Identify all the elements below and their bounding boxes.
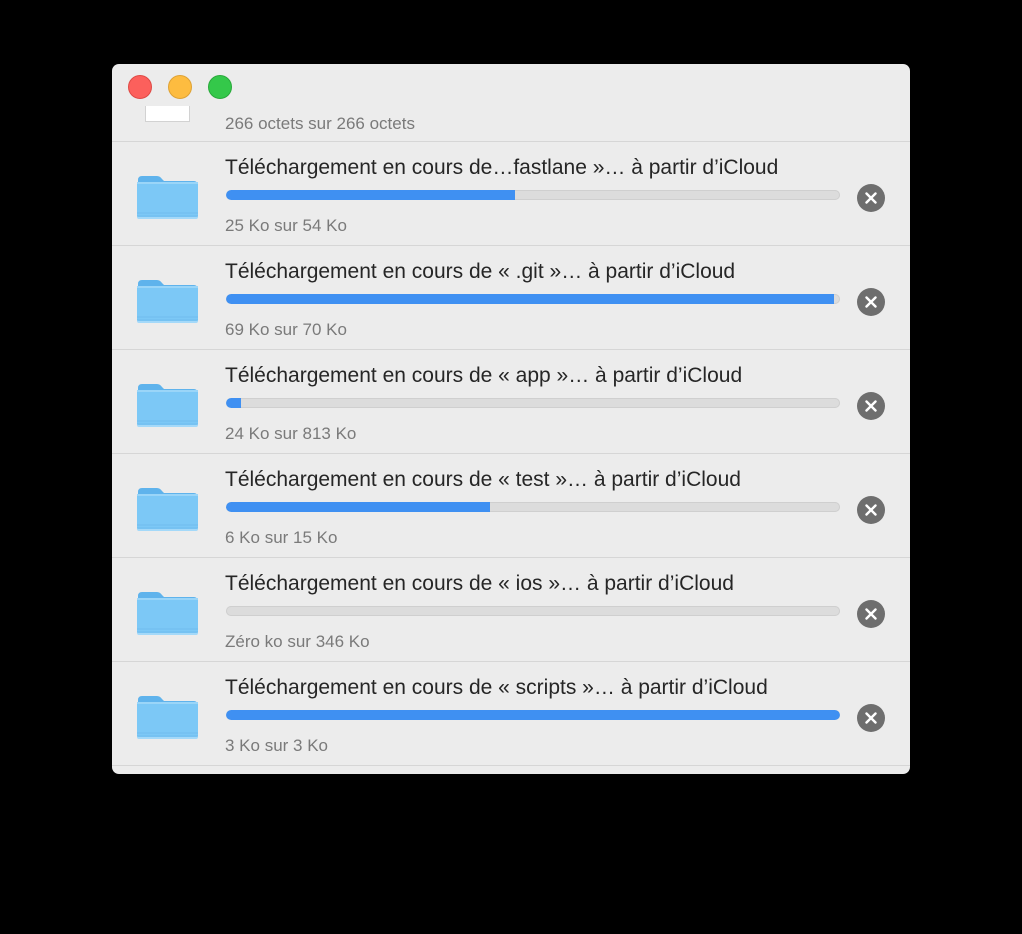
download-title: Téléchargement en cours de « .git »… à p… bbox=[225, 260, 736, 283]
progress-fill bbox=[226, 294, 834, 304]
progress-bar bbox=[226, 398, 840, 408]
download-item: Téléchargement en cours de « app »… à pa… bbox=[112, 350, 910, 454]
download-item: Téléchargement en cours de « scripts »… … bbox=[112, 662, 910, 766]
completed-download-item: 266 octets sur 266 octets bbox=[112, 64, 910, 142]
download-item: Téléchargement en cours de « .git »… à p… bbox=[112, 246, 910, 350]
progress-fill bbox=[226, 398, 242, 408]
folder-icon bbox=[136, 692, 199, 740]
download-title: Téléchargement en cours de « app »… à pa… bbox=[225, 364, 743, 387]
progress-fill bbox=[226, 502, 491, 512]
folder-icon bbox=[136, 484, 199, 532]
cancel-download-button[interactable] bbox=[857, 600, 885, 628]
download-item: Téléchargement en cours de…fastlane »… à… bbox=[112, 142, 910, 246]
download-status: 3 Ko sur 3 Ko bbox=[225, 736, 329, 755]
folder-icon bbox=[136, 380, 199, 428]
cancel-download-button[interactable] bbox=[857, 184, 885, 212]
download-title: Téléchargement en cours de…fastlane »… à… bbox=[225, 156, 779, 179]
download-status: 24 Ko sur 813 Ko bbox=[225, 424, 357, 443]
progress-bar bbox=[226, 710, 840, 720]
file-icon bbox=[145, 106, 190, 122]
close-icon bbox=[865, 504, 877, 516]
download-title: Téléchargement en cours de « ios »… à pa… bbox=[225, 572, 734, 595]
folder-icon bbox=[136, 588, 199, 636]
close-icon bbox=[865, 712, 877, 724]
progress-bar bbox=[226, 606, 840, 616]
download-status: 25 Ko sur 54 Ko bbox=[225, 216, 347, 235]
cancel-download-button[interactable] bbox=[857, 496, 885, 524]
close-icon bbox=[865, 400, 877, 412]
download-status: 266 octets sur 266 octets bbox=[225, 114, 415, 133]
close-icon bbox=[865, 296, 877, 308]
folder-icon bbox=[136, 172, 199, 220]
progress-bar bbox=[226, 294, 840, 304]
folder-icon bbox=[136, 276, 199, 324]
cancel-download-button[interactable] bbox=[857, 288, 885, 316]
download-status: Zéro ko sur 346 Ko bbox=[225, 632, 370, 651]
download-item: Téléchargement en cours de « test »… à p… bbox=[112, 454, 910, 558]
download-title: Téléchargement en cours de « test »… à p… bbox=[225, 468, 741, 491]
progress-fill bbox=[226, 710, 840, 720]
close-icon bbox=[865, 192, 877, 204]
download-status: 6 Ko sur 15 Ko bbox=[225, 528, 338, 547]
close-icon bbox=[865, 608, 877, 620]
cancel-download-button[interactable] bbox=[857, 704, 885, 732]
cancel-download-button[interactable] bbox=[857, 392, 885, 420]
download-status: 69 Ko sur 70 Ko bbox=[225, 320, 347, 339]
download-title: Téléchargement en cours de « scripts »… … bbox=[225, 676, 768, 699]
download-item: Téléchargement en cours de « ios »… à pa… bbox=[112, 558, 910, 662]
downloads-window: 266 octets sur 266 octets Téléchargement… bbox=[112, 64, 910, 774]
progress-bar bbox=[226, 190, 840, 200]
progress-bar bbox=[226, 502, 840, 512]
progress-fill bbox=[226, 190, 515, 200]
